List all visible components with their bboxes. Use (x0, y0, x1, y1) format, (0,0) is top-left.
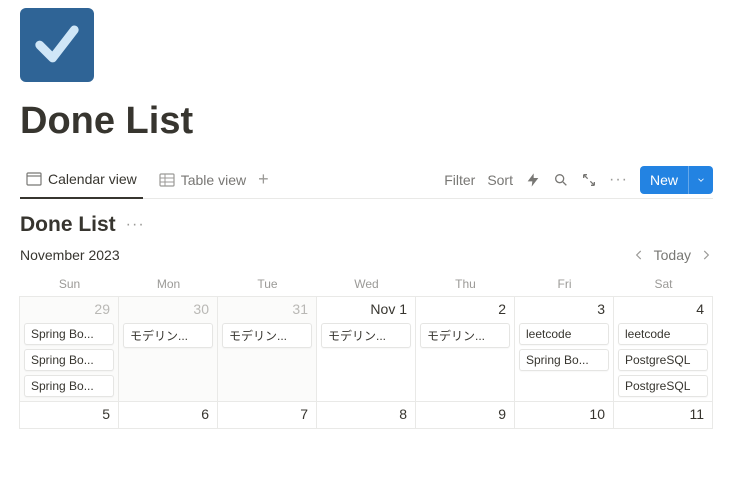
sort-button[interactable]: Sort (487, 172, 513, 188)
new-button-caret[interactable] (688, 166, 713, 194)
filter-button[interactable]: Filter (444, 172, 475, 188)
view-tabs: Calendar view Table view + Filter Sort ·… (20, 161, 713, 199)
calendar-event[interactable]: Spring Bo... (24, 349, 114, 371)
new-button[interactable]: New (640, 166, 713, 194)
database-title[interactable]: Done List (20, 213, 116, 237)
calendar-event[interactable]: モデリン... (420, 323, 510, 348)
tab-label: Table view (181, 172, 246, 188)
more-icon[interactable]: ··· (609, 171, 628, 189)
database-more-icon[interactable]: ··· (126, 216, 145, 234)
calendar-event[interactable]: Spring Bo... (519, 349, 609, 371)
day-number: 8 (399, 406, 407, 422)
calendar-cell[interactable]: 7 (217, 401, 317, 429)
day-number: 4 (696, 301, 704, 317)
search-icon[interactable] (553, 172, 569, 188)
day-number: Nov 1 (370, 301, 407, 317)
day-number: 11 (689, 406, 704, 422)
tab-calendar-view[interactable]: Calendar view (20, 161, 143, 199)
day-number: 9 (498, 406, 506, 422)
calendar-cell[interactable]: 3 leetcode Spring Bo... (514, 296, 614, 402)
calendar-cell[interactable]: 2 モデリン... (415, 296, 515, 402)
dow-label: Thu (416, 271, 515, 297)
dow-label: Mon (119, 271, 218, 297)
expand-icon[interactable] (581, 172, 597, 188)
dow-label: Sun (20, 271, 119, 297)
page-title[interactable]: Done List (20, 100, 713, 143)
today-button[interactable]: Today (654, 247, 691, 263)
day-of-week-header: SunMonTueWedThuFriSat (20, 271, 713, 297)
calendar-event[interactable]: モデリン... (222, 323, 312, 348)
calendar-event[interactable]: Spring Bo... (24, 323, 114, 345)
next-month-button[interactable] (699, 248, 713, 262)
calendar-event[interactable]: leetcode (519, 323, 609, 345)
calendar-cell[interactable]: 4 leetcode PostgreSQL PostgreSQL (613, 296, 713, 402)
day-number: 3 (597, 301, 605, 317)
calendar-cell[interactable]: 5 (19, 401, 119, 429)
calendar-event[interactable]: モデリン... (123, 323, 213, 348)
day-number: 29 (94, 301, 110, 317)
calendar-month-label: November 2023 (20, 247, 120, 263)
day-number: 31 (292, 301, 308, 317)
calendar-cell[interactable]: 31 モデリン... (217, 296, 317, 402)
tab-label: Calendar view (48, 171, 137, 187)
calendar-cell[interactable]: 30 モデリン... (118, 296, 218, 402)
day-number: 6 (201, 406, 209, 422)
day-number: 7 (300, 406, 308, 422)
dow-label: Sat (614, 271, 713, 297)
new-button-label: New (640, 172, 688, 188)
calendar-cell[interactable]: Nov 1 モデリン... (316, 296, 416, 402)
bolt-icon[interactable] (525, 172, 541, 188)
calendar-cell[interactable]: 29 Spring Bo... Spring Bo... Spring Bo... (19, 296, 119, 402)
calendar-week-row: 29Spring Bo...Spring Bo...Spring Bo...30… (20, 297, 713, 402)
prev-month-button[interactable] (632, 248, 646, 262)
calendar-event[interactable]: leetcode (618, 323, 708, 345)
page-icon[interactable] (20, 8, 94, 82)
day-number: 2 (498, 301, 506, 317)
calendar-event[interactable]: PostgreSQL (618, 375, 708, 397)
day-number: 10 (589, 406, 605, 422)
day-number: 30 (193, 301, 209, 317)
calendar-cell[interactable]: 6 (118, 401, 218, 429)
add-view-button[interactable]: + (252, 169, 275, 190)
calendar-event[interactable]: モデリン... (321, 323, 411, 348)
dow-label: Tue (218, 271, 317, 297)
calendar-cell[interactable]: 11 (613, 401, 713, 429)
dow-label: Wed (317, 271, 416, 297)
calendar-event[interactable]: Spring Bo... (24, 375, 114, 397)
calendar-cell[interactable]: 9 (415, 401, 515, 429)
calendar-week-row: 5 6 7 8 9 10 11 (20, 402, 713, 429)
tab-table-view[interactable]: Table view (153, 161, 252, 199)
calendar-cell[interactable]: 10 (514, 401, 614, 429)
day-number: 5 (102, 406, 110, 422)
dow-label: Fri (515, 271, 614, 297)
calendar-cell[interactable]: 8 (316, 401, 416, 429)
calendar-event[interactable]: PostgreSQL (618, 349, 708, 371)
